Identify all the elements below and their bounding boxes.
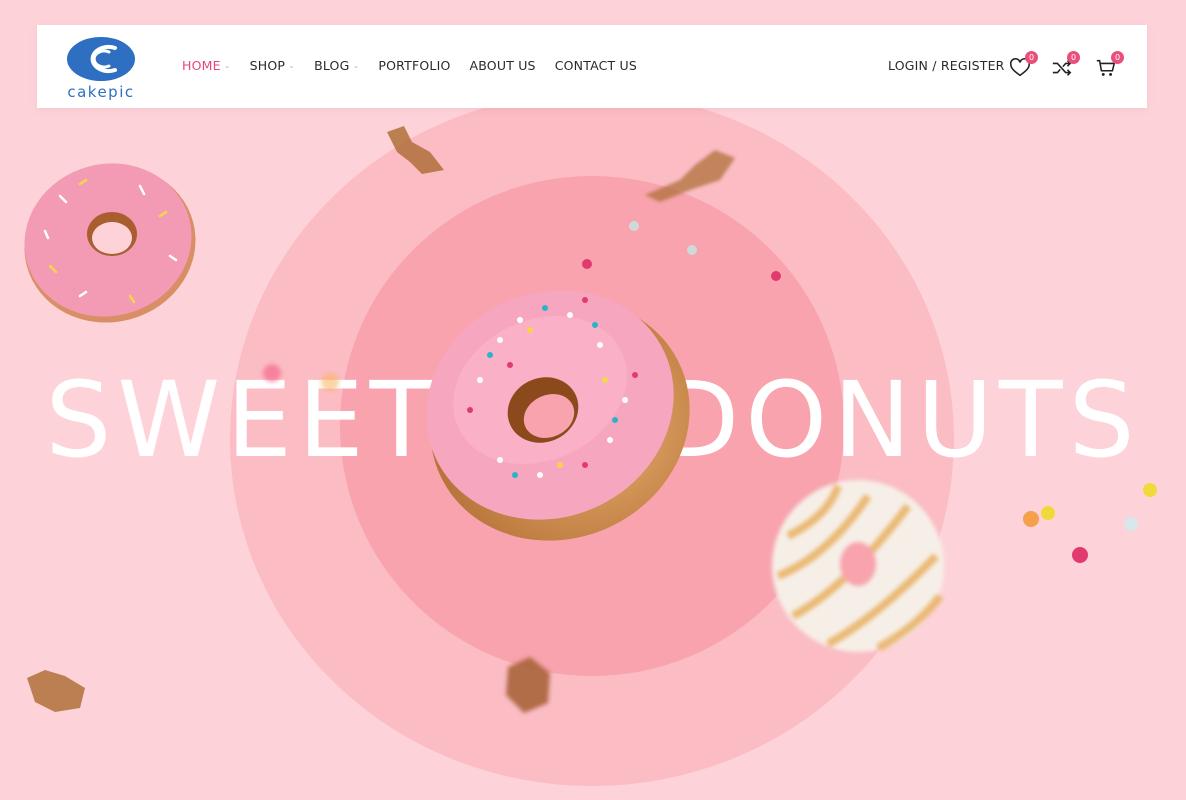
nav-item-blog[interactable]: BLOG ⌄ <box>314 58 359 73</box>
nav-item-portfolio[interactable]: PORTFOLIO <box>378 58 450 73</box>
nav-item-contact-us[interactable]: CONTACT US <box>555 58 637 73</box>
cart-count-badge: 0 <box>1111 51 1124 64</box>
hero-stage: SWEET DONUTS <box>0 0 1186 800</box>
nav-item-label: HOME <box>182 58 221 73</box>
compare-button[interactable]: 0 <box>1051 51 1080 80</box>
compare-count-badge: 0 <box>1067 51 1080 64</box>
nav-item-home[interactable]: HOME ⌄ <box>182 58 231 73</box>
nav-item-about-us[interactable]: ABOUT US <box>470 58 536 73</box>
nav-item-label: SHOP <box>249 58 286 73</box>
nav-item-label: CONTACT US <box>554 58 638 73</box>
sprinkles-image <box>263 221 1157 563</box>
chevron-down-icon: ⌄ <box>352 61 360 70</box>
nav-item-label: ABOUT US <box>469 58 536 73</box>
logo[interactable]: cakepic <box>65 36 137 101</box>
logo-text: cakepic <box>67 83 135 101</box>
nav-item-label: PORTFOLIO <box>378 58 451 73</box>
chevron-down-icon: ⌄ <box>223 61 231 70</box>
nav-item-label: BLOG <box>314 58 350 73</box>
cakepic-logo-icon <box>67 37 135 81</box>
wishlist-count-badge: 0 <box>1025 51 1038 64</box>
site-header: cakepic HOME ⌄ SHOP ⌄ BLOG ⌄ PORTFOLIO ABOU… <box>37 25 1147 108</box>
login-register-link[interactable]: LOGIN / REGISTER <box>888 58 1005 73</box>
chevron-down-icon: ⌄ <box>288 61 296 70</box>
nav-item-shop[interactable]: SHOP ⌄ <box>250 58 295 73</box>
main-nav: HOME ⌄ SHOP ⌄ BLOG ⌄ PORTFOLIO ABOUT US CON… <box>182 58 656 73</box>
cart-button[interactable]: 0 <box>1095 51 1124 80</box>
wishlist-button[interactable]: 0 <box>1009 51 1038 80</box>
